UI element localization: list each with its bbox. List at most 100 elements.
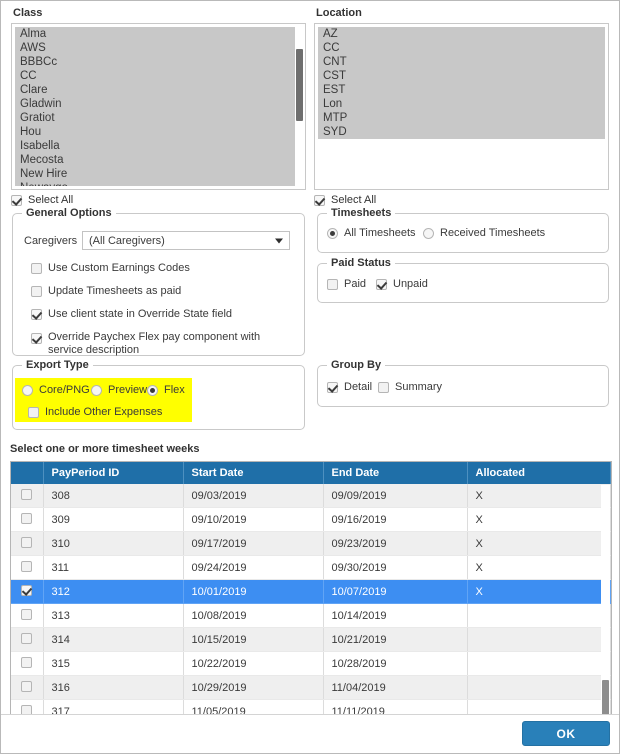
location-option[interactable]: CNT [318, 55, 605, 69]
class-option[interactable]: Alma [15, 27, 302, 41]
location-option[interactable]: EST [318, 83, 605, 97]
class-option-list[interactable]: Alma AWS BBBCc CC Clare Gladwin Gratiot Hou Isab… [15, 27, 302, 186]
header-end-date[interactable]: End Date [323, 462, 468, 484]
received-timesheets-radio[interactable] [423, 227, 434, 239]
header-allocated[interactable]: Allocated [467, 462, 611, 484]
core-png-radio-row[interactable]: Core/PNG [22, 384, 90, 396]
update-timesheets-as-paid-checkbox[interactable] [31, 285, 42, 297]
grid-scrollbar[interactable] [601, 485, 610, 718]
group-by-legend: Group By [327, 359, 386, 371]
table-row[interactable]: 313 10/08/2019 10/14/2019 [11, 603, 611, 628]
use-custom-earnings-codes-row[interactable]: Use Custom Earnings Codes [31, 262, 190, 274]
location-option[interactable]: Lon [318, 97, 605, 111]
row-checkbox-cell[interactable] [11, 651, 44, 676]
flex-radio-row[interactable]: Flex [147, 384, 185, 396]
class-listbox-items[interactable]: Alma AWS BBBCc CC Clare Gladwin Gratiot Hou Isab… [15, 27, 302, 186]
timesheet-weeks-grid[interactable]: PayPeriod ID Start Date End Date Allocat… [10, 461, 612, 719]
caregivers-select[interactable]: (All Caregivers) [82, 231, 290, 250]
class-select-all-checkbox[interactable] [11, 194, 22, 206]
use-client-state-checkbox[interactable] [31, 308, 42, 320]
ok-button[interactable]: OK [522, 721, 610, 746]
row-checkbox[interactable] [21, 488, 33, 500]
class-option[interactable]: Isabella [15, 139, 302, 153]
class-option[interactable]: BBBCc [15, 55, 302, 69]
table-row[interactable]: 316 10/29/2019 11/04/2019 [11, 675, 611, 700]
row-checkbox-cell[interactable] [11, 627, 44, 652]
location-option[interactable]: CC [318, 41, 605, 55]
update-timesheets-as-paid-row[interactable]: Update Timesheets as paid [31, 285, 181, 297]
detail-checkbox[interactable] [327, 381, 338, 393]
table-row[interactable]: 308 09/03/2019 09/09/2019 X [11, 484, 611, 508]
location-select-all-checkbox[interactable] [314, 194, 325, 206]
class-listbox-scrollbar[interactable] [295, 25, 304, 188]
preview-radio[interactable] [91, 384, 102, 396]
unpaid-checkbox[interactable] [376, 278, 387, 290]
detail-checkbox-row[interactable]: Detail [327, 381, 372, 393]
all-timesheets-radio[interactable] [327, 227, 338, 239]
all-timesheets-radio-row[interactable]: All Timesheets [327, 227, 416, 239]
class-listbox[interactable]: Alma AWS BBBCc CC Clare Gladwin Gratiot Hou Isab… [11, 23, 306, 190]
location-listbox-items[interactable]: AZ CC CNT CST EST Lon MTP SYD [318, 27, 605, 186]
summary-checkbox-row[interactable]: Summary [378, 381, 442, 393]
grid-scrollbar-thumb[interactable] [602, 680, 609, 718]
row-checkbox-cell[interactable] [11, 531, 44, 556]
class-option[interactable]: Gladwin [15, 97, 302, 111]
location-option-list[interactable]: AZ CC CNT CST EST Lon MTP SYD [318, 27, 605, 139]
header-start-date[interactable]: Start Date [183, 462, 324, 484]
override-paychex-flex-checkbox[interactable] [31, 333, 42, 344]
paid-checkbox[interactable] [327, 278, 338, 290]
row-allocated [467, 627, 611, 652]
row-checkbox[interactable] [21, 656, 33, 668]
row-checkbox-cell[interactable] [11, 603, 44, 628]
received-timesheets-radio-row[interactable]: Received Timesheets [423, 227, 545, 239]
class-option[interactable]: Gratiot [15, 111, 302, 125]
flex-radio[interactable] [147, 384, 158, 396]
row-checkbox[interactable] [21, 512, 33, 524]
location-select-all-row[interactable]: Select All [314, 194, 609, 206]
row-checkbox[interactable] [21, 608, 33, 620]
class-option[interactable]: AWS [15, 41, 302, 55]
location-option[interactable]: CST [318, 69, 605, 83]
unpaid-checkbox-row[interactable]: Unpaid [376, 278, 428, 290]
table-row[interactable]: 311 09/24/2019 09/30/2019 X [11, 555, 611, 580]
include-other-expenses-checkbox[interactable] [28, 406, 39, 418]
header-checkbox-column[interactable] [11, 462, 44, 484]
table-row[interactable]: 314 10/15/2019 10/21/2019 [11, 627, 611, 652]
row-checkbox[interactable] [21, 536, 33, 548]
class-option[interactable]: Hou [15, 125, 302, 139]
table-row[interactable]: 315 10/22/2019 10/28/2019 [11, 651, 611, 676]
class-option[interactable]: Mecosta [15, 153, 302, 167]
preview-radio-row[interactable]: Preview [91, 384, 147, 396]
row-checkbox-cell[interactable] [11, 555, 44, 580]
table-row[interactable]: 309 09/10/2019 09/16/2019 X [11, 507, 611, 532]
row-checkbox-cell[interactable] [11, 507, 44, 532]
class-option[interactable]: Newaygo [15, 181, 302, 186]
row-checkbox-cell[interactable] [11, 579, 44, 604]
group-by-fieldset: Group By Detail Summary [317, 359, 609, 407]
location-option[interactable]: MTP [318, 111, 605, 125]
table-row[interactable]: 310 09/17/2019 09/23/2019 X [11, 531, 611, 556]
class-option[interactable]: CC [15, 69, 302, 83]
override-paychex-flex-row[interactable]: Override Paychex Flex pay component with… [31, 331, 296, 357]
row-checkbox-cell[interactable] [11, 484, 44, 508]
row-checkbox-cell[interactable] [11, 675, 44, 700]
include-other-expenses-row[interactable]: Include Other Expenses [28, 406, 162, 418]
core-png-radio[interactable] [22, 384, 33, 396]
location-option[interactable]: SYD [318, 125, 605, 139]
class-select-all-row[interactable]: Select All [11, 194, 306, 206]
row-checkbox[interactable] [21, 632, 33, 644]
class-scrollbar-thumb[interactable] [296, 49, 303, 121]
table-row[interactable]: 312 10/01/2019 10/07/2019 X [11, 579, 611, 604]
summary-checkbox[interactable] [378, 381, 389, 393]
class-option[interactable]: New Hire [15, 167, 302, 181]
header-payperiod-id[interactable]: PayPeriod ID [43, 462, 184, 484]
paid-checkbox-row[interactable]: Paid [327, 278, 366, 290]
row-checkbox[interactable] [21, 680, 33, 692]
class-option[interactable]: Clare [15, 83, 302, 97]
use-custom-earnings-codes-checkbox[interactable] [31, 262, 42, 274]
location-listbox[interactable]: AZ CC CNT CST EST Lon MTP SYD [314, 23, 609, 190]
row-checkbox[interactable] [21, 560, 33, 572]
row-checkbox[interactable] [21, 584, 33, 596]
location-option[interactable]: AZ [318, 27, 605, 41]
use-client-state-row[interactable]: Use client state in Override State field [31, 308, 232, 320]
